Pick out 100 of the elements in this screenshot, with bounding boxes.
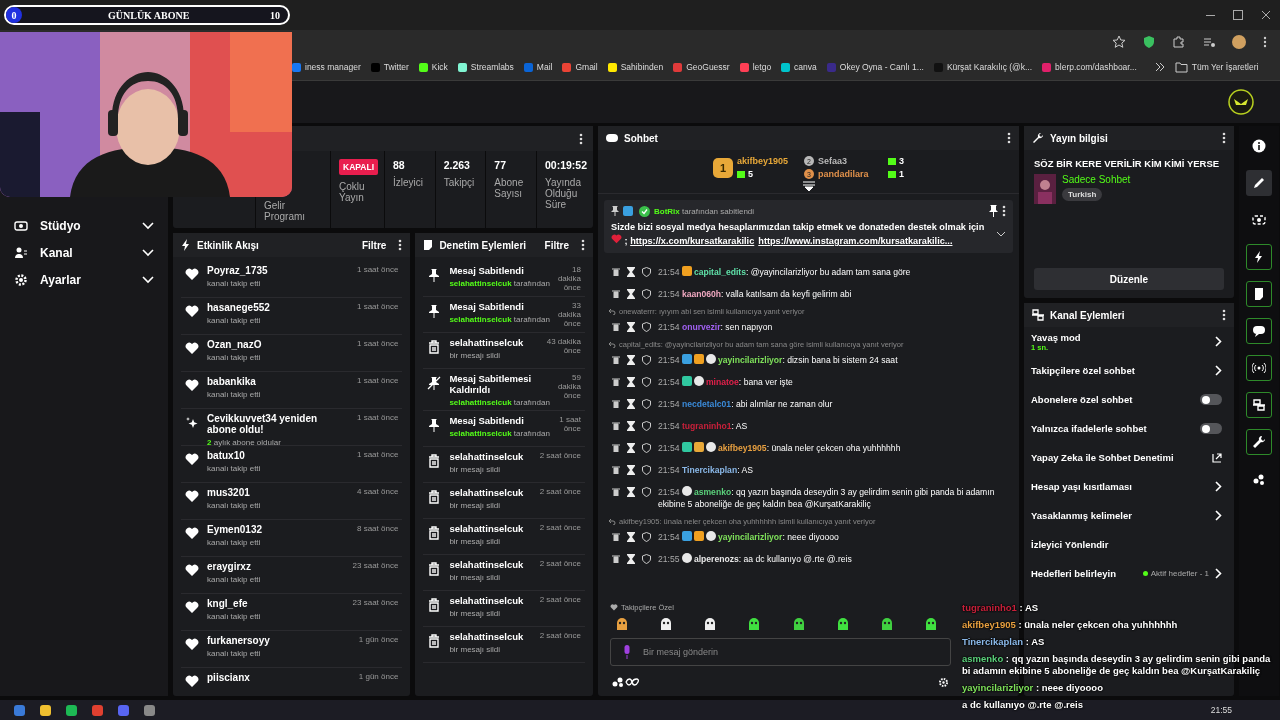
action-row[interactable]: Yapay Zeka ile Sohbet Denetimi	[1024, 443, 1234, 472]
puzzle-icon[interactable]	[1172, 35, 1186, 49]
bookmark[interactable]: Streamlabs	[457, 62, 514, 72]
bookmark[interactable]: Gmail	[562, 62, 598, 72]
logo-icon[interactable]	[1228, 89, 1254, 115]
filter-button[interactable]: Filtre	[355, 239, 393, 251]
shield-icon[interactable]	[642, 465, 651, 475]
shield-icon[interactable]	[642, 443, 651, 453]
scroll-down-icon[interactable]	[801, 181, 816, 191]
hourglass-icon[interactable]	[627, 532, 635, 542]
rail-button[interactable]	[1246, 281, 1272, 307]
all-bookmarks-link[interactable]: Tüm Yer İşaretleri	[1191, 62, 1259, 72]
rail-button[interactable]	[1246, 429, 1272, 455]
action-row[interactable]: Hedefleri belirleyin Aktif hedefler - 1	[1024, 559, 1234, 588]
pin-icon[interactable]	[989, 205, 998, 217]
language-tag[interactable]: Turkish	[1062, 188, 1103, 201]
category-link[interactable]: Sadece Sohbet	[1062, 174, 1131, 185]
points-icon[interactable]	[612, 676, 640, 688]
action-row[interactable]: Yalnızca ifadelerle sohbet	[1024, 414, 1234, 443]
trash-icon[interactable]	[612, 421, 620, 430]
shield-icon[interactable]	[642, 267, 651, 277]
trash-icon[interactable]	[612, 377, 620, 386]
trash-icon[interactable]	[612, 465, 620, 474]
chevron-down-icon[interactable]	[996, 231, 1006, 237]
more-icon[interactable]	[1007, 132, 1011, 144]
more-icon[interactable]	[1222, 132, 1226, 144]
more-icon[interactable]	[1002, 205, 1006, 217]
edit-button[interactable]: Düzenle	[1034, 268, 1224, 290]
shield-icon[interactable]	[642, 532, 651, 542]
bookmark[interactable]: Mail	[523, 62, 553, 72]
trash-icon[interactable]	[612, 355, 620, 364]
toggle-switch[interactable]	[1200, 423, 1222, 434]
bookmark[interactable]: canva	[781, 62, 817, 72]
bookmark[interactable]: Okey Oyna - Canlı 1...	[826, 62, 924, 72]
action-row[interactable]: Yasaklanmış kelimeler	[1024, 501, 1234, 530]
microphone-icon[interactable]	[623, 645, 631, 659]
shield-icon[interactable]	[642, 377, 651, 387]
gifter-name[interactable]: Sefaa3	[818, 156, 884, 166]
trash-icon[interactable]	[612, 532, 620, 541]
gifter-name[interactable]: pandadilara	[818, 169, 884, 179]
action-row[interactable]: Abonelere özel sohbet	[1024, 385, 1234, 414]
hourglass-icon[interactable]	[627, 443, 635, 453]
bookmark[interactable]: blerp.com/dashboar...	[1042, 62, 1137, 72]
shield-icon[interactable]	[642, 399, 651, 409]
hourglass-icon[interactable]	[627, 289, 635, 299]
more-icon[interactable]	[581, 239, 585, 251]
settings-icon[interactable]	[938, 676, 949, 688]
avatar-icon[interactable]	[1232, 35, 1246, 49]
bookmark[interactable]: letgo	[739, 62, 772, 72]
shield-icon[interactable]	[642, 322, 651, 332]
bookmark[interactable]: Twitter	[370, 62, 409, 72]
link[interactable]: https://x.com/kursatkarakilic	[630, 236, 755, 246]
trash-icon[interactable]	[612, 267, 620, 276]
more-icon[interactable]	[579, 132, 583, 145]
shield-icon[interactable]	[1142, 35, 1156, 49]
shield-icon[interactable]	[642, 289, 651, 299]
sidebar-item[interactable]: Stüdyo	[0, 216, 168, 235]
more-icon[interactable]	[398, 239, 403, 251]
rail-button[interactable]	[1246, 392, 1272, 418]
rail-button[interactable]	[1246, 355, 1272, 381]
toggle-switch[interactable]	[1200, 394, 1222, 405]
trash-icon[interactable]	[612, 487, 620, 496]
star-icon[interactable]	[1112, 35, 1126, 49]
media-icon[interactable]	[1202, 35, 1216, 49]
trash-icon[interactable]	[612, 554, 620, 563]
hourglass-icon[interactable]	[627, 421, 635, 431]
trash-icon[interactable]	[612, 322, 620, 331]
hourglass-icon[interactable]	[627, 554, 635, 564]
trash-icon[interactable]	[612, 289, 620, 298]
action-row[interactable]: Hesap yaşı kısıtlaması	[1024, 472, 1234, 501]
action-row[interactable]: Takipçilere özel sohbet	[1024, 356, 1234, 385]
sidebar-item[interactable]: Ayarlar	[0, 270, 168, 289]
shield-icon[interactable]	[642, 355, 651, 365]
filter-button[interactable]: Filtre	[538, 239, 575, 251]
bookmark[interactable]: GeoGuessr	[673, 62, 730, 72]
bookmark[interactable]: Kürşat Karakılıç (@k...	[933, 62, 1033, 72]
link[interactable]: https://www.instagram.com/kursatkarakilic...	[758, 236, 953, 246]
hourglass-icon[interactable]	[627, 399, 635, 409]
rail-button[interactable]	[1246, 244, 1272, 270]
rail-button[interactable]	[1246, 318, 1272, 344]
message-input[interactable]: Bir mesaj gönderin	[610, 638, 951, 666]
hourglass-icon[interactable]	[627, 355, 635, 365]
trash-icon[interactable]	[612, 443, 620, 452]
hourglass-icon[interactable]	[627, 487, 635, 497]
hourglass-icon[interactable]	[627, 322, 635, 332]
trash-icon[interactable]	[612, 399, 620, 408]
rail-button[interactable]	[1246, 170, 1272, 196]
action-row[interactable]: İzleyici Yönlendir	[1024, 530, 1234, 559]
hourglass-icon[interactable]	[627, 377, 635, 387]
gifter-name[interactable]: akifbey1905	[736, 156, 788, 166]
more-icon[interactable]	[1154, 62, 1165, 72]
menu-icon[interactable]	[1262, 35, 1268, 49]
bookmark[interactable]: iness manager	[292, 62, 361, 72]
emote-icon[interactable]	[614, 616, 630, 632]
bookmark[interactable]: Kick	[418, 62, 448, 72]
shield-icon[interactable]	[642, 487, 651, 497]
emote-icon[interactable]	[923, 616, 939, 632]
hourglass-icon[interactable]	[627, 267, 635, 277]
more-icon[interactable]	[1222, 309, 1226, 321]
bookmark[interactable]: Sahibinden	[607, 62, 664, 72]
